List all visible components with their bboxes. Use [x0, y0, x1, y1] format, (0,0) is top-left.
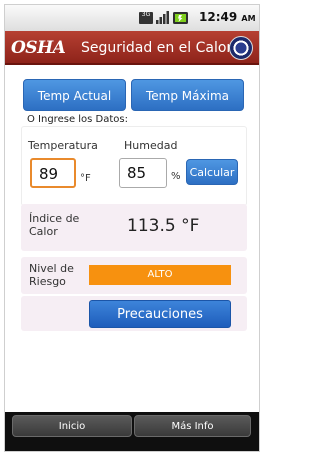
heat-index-value: 113.5 °F — [127, 216, 200, 236]
heat-index-label: Índice de Calor — [29, 212, 80, 238]
clock-ampm: AM — [241, 14, 256, 23]
temp-maxima-button[interactable]: Temp Máxima — [131, 79, 244, 111]
app-frame: 3G 12:49 AM OSHA Seguridad en el Calor T… — [4, 4, 260, 452]
temperature-label: Temperatura — [28, 139, 98, 152]
precautions-panel: Precauciones — [21, 296, 247, 331]
humidity-unit: % — [171, 171, 181, 182]
input-panel: Temperatura Humedad 89 °F 85 % Calcular — [21, 126, 247, 206]
temperature-input[interactable]: 89 — [30, 158, 76, 188]
app-title: Seguridad en el Calor — [81, 40, 233, 56]
humidity-input[interactable]: 85 — [119, 158, 167, 188]
clock: 12:49 AM — [199, 10, 256, 24]
input-prompt: O Ingrese los Datos: — [27, 114, 129, 125]
risk-level-panel: Nivel de Riesgo ALTO — [21, 257, 247, 294]
osha-logo: OSHA — [11, 38, 66, 58]
inicio-tab[interactable]: Inicio — [12, 415, 132, 437]
temperature-unit: °F — [80, 173, 91, 184]
status-bar: 3G 12:49 AM — [5, 5, 259, 31]
bottom-nav: Inicio Más Info — [5, 412, 259, 451]
risk-level-label: Nivel de Riesgo — [29, 262, 74, 288]
signal-icon — [156, 11, 169, 24]
temp-actual-button[interactable]: Temp Actual — [23, 79, 126, 111]
risk-level-badge: ALTO — [89, 265, 231, 285]
title-bar: OSHA Seguridad en el Calor — [5, 31, 259, 65]
heat-index-panel: Índice de Calor 113.5 °F — [21, 204, 247, 251]
battery-icon — [173, 12, 188, 24]
calcular-button[interactable]: Calcular — [186, 159, 238, 185]
precauciones-button[interactable]: Precauciones — [89, 300, 231, 328]
humidity-label: Humedad — [124, 139, 178, 152]
network-3g-icon: 3G — [139, 12, 153, 24]
mas-info-tab[interactable]: Más Info — [134, 415, 251, 437]
clock-time: 12:49 — [199, 10, 238, 24]
dol-seal-icon — [229, 36, 253, 60]
